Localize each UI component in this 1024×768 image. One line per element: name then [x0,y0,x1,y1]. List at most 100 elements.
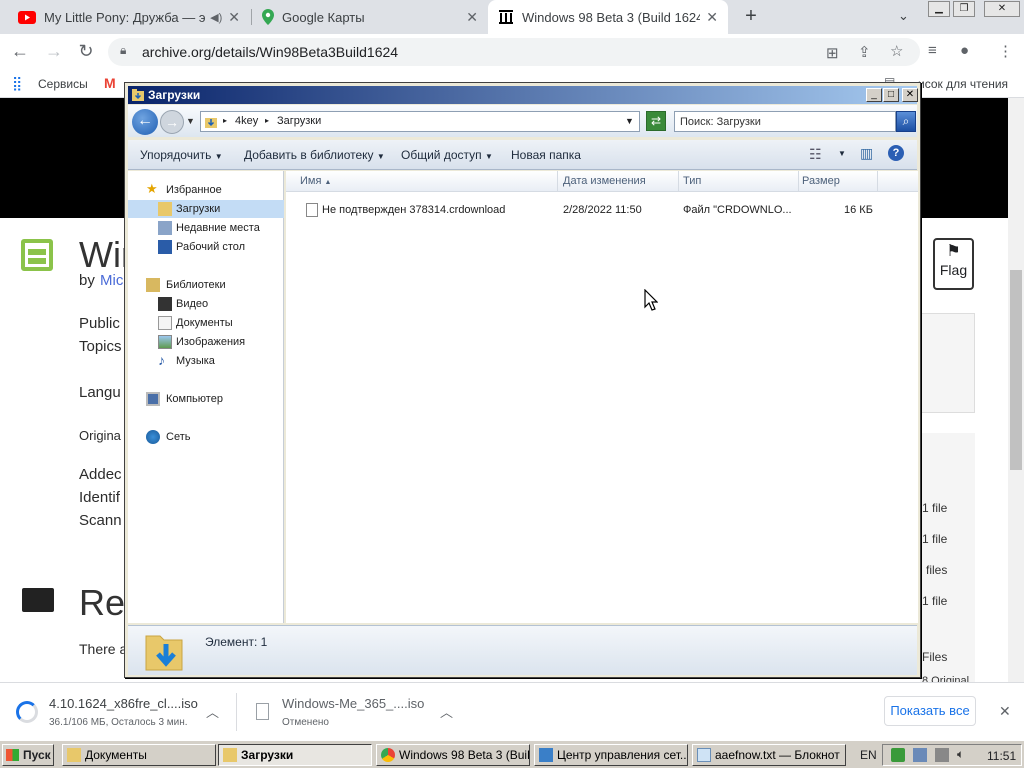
chrome-minimize-button[interactable]: ▁ [928,1,950,17]
path-segment-4key[interactable]: 4key [235,115,258,127]
nav-documents[interactable]: Документы [128,314,284,332]
preview-pane-icon[interactable]: ▥ [860,145,873,162]
column-type[interactable]: Тип [683,175,701,187]
close-shelf-icon[interactable]: ✕ [999,703,1011,720]
lock-icon[interactable]: 🔒︎ [120,43,126,58]
column-divider[interactable] [557,171,558,192]
audio-icon[interactable]: ◀) [210,11,222,24]
media-controls-icon[interactable]: ≡ [928,42,937,59]
refresh-icon[interactable]: ⇄ [646,111,666,131]
chrome-close-button[interactable]: ✕ [984,1,1020,17]
explorer-titlebar[interactable]: Загрузки _ □ ✕ [128,86,918,104]
file-count[interactable]: 1 file [922,594,947,608]
column-divider[interactable] [877,171,878,192]
nav-pictures[interactable]: Изображения [128,333,284,351]
back-arrow-icon[interactable]: ← [8,40,32,64]
search-input[interactable]: Поиск: Загрузки [674,111,896,132]
close-tab-icon[interactable]: ✕ [706,9,718,26]
close-button[interactable]: ✕ [902,88,918,102]
volume-icon[interactable]: 🔈︎ [957,747,964,762]
language-indicator[interactable]: EN [860,748,877,762]
chrome-maximize-button[interactable]: ❐ [953,1,975,17]
download-item[interactable]: 4.10.1624_x86fre_cl....iso 36.1/106 МБ, … [0,683,236,741]
column-divider[interactable] [678,171,679,192]
close-tab-icon[interactable]: ✕ [466,9,478,26]
forward-arrow-icon[interactable]: → [42,40,66,64]
chevron-up-icon[interactable]: ︿ [440,702,453,721]
column-name[interactable]: Имя ▲ [300,175,331,187]
reload-icon[interactable]: ↻ [74,40,98,64]
nav-computer[interactable]: Компьютер [128,390,284,408]
explorer-forward-button[interactable]: → [160,110,184,134]
flag-button[interactable]: ⚑ Flag [933,238,974,290]
folder-download-icon [223,748,237,762]
new-folder-button[interactable]: Новая папка [511,148,581,162]
taskbar-item-network-center[interactable]: Центр управления сет... [534,744,688,766]
nav-network[interactable]: Сеть [128,428,284,446]
security-shield-icon[interactable] [891,748,905,762]
path-segment-downloads[interactable]: Загрузки [277,115,321,127]
explorer-back-button[interactable]: ← [132,109,158,135]
file-count[interactable]: 1 file [922,501,947,515]
file-count[interactable]: files [926,563,947,577]
bookmark-star-icon[interactable]: ☆ [890,42,903,60]
file-count[interactable]: Files [922,650,947,664]
tab-google-maps[interactable]: Google Карты ✕ [252,0,488,34]
help-icon[interactable]: ? [888,145,904,161]
page-author-link[interactable]: Mic [100,272,123,289]
close-tab-icon[interactable]: ✕ [228,9,240,26]
path-field[interactable]: ▸ 4key ▸ Загрузки ▼ [200,111,640,132]
display-icon[interactable] [913,748,927,762]
search-icon[interactable]: ⌕ [896,111,916,132]
menu-kebab-icon[interactable]: ⋮ [998,42,1013,60]
clock[interactable]: 11:51 [987,749,1016,763]
gmail-icon[interactable]: M [104,75,116,91]
scrollbar-thumb[interactable] [1010,270,1022,470]
download-item[interactable]: Windows-Me_365_....iso Отменено ︿ [237,683,469,741]
apps-grid-icon[interactable]: ⣿ [12,75,22,92]
nav-downloads[interactable]: Загрузки [128,200,284,218]
tab-search-icon[interactable]: ⌄ [898,8,909,24]
file-count[interactable]: 1 file [922,532,947,546]
column-size[interactable]: Размер [802,175,840,187]
show-all-downloads-button[interactable]: Показать все [884,696,976,726]
view-dropdown-icon[interactable]: ▼ [838,149,846,158]
organize-menu[interactable]: Упорядочить ▼ [140,148,223,162]
view-options-icon[interactable]: ☷ [809,146,822,163]
add-to-library-menu[interactable]: Добавить в библиотеку ▼ [244,148,385,162]
column-date[interactable]: Дата изменения [563,175,646,187]
bookmark-services[interactable]: Сервисы [38,77,88,91]
add-to-library-label: Добавить в библиотеку [244,148,374,162]
path-dropdown-icon[interactable]: ▼ [625,116,634,126]
minimize-button[interactable]: _ [866,88,882,102]
bookmark-reading-list[interactable]: исок для чтения [918,77,1008,91]
nav-libraries[interactable]: Библиотеки [128,276,284,294]
nav-recent-places[interactable]: Недавние места [128,219,284,237]
profile-avatar-icon[interactable]: ● [960,42,969,59]
share-icon[interactable]: ⇪ [858,43,871,61]
network-status-icon[interactable] [935,748,949,762]
taskbar-item-chrome[interactable]: Windows 98 Beta 3 (Buil... [376,744,530,766]
share-menu[interactable]: Общий доступ ▼ [401,148,493,162]
youtube-icon [18,10,36,24]
nav-favorites[interactable]: ★ Избранное [128,181,284,199]
taskbar-item-downloads[interactable]: Загрузки [218,744,372,766]
nav-music[interactable]: ♪ Музыка [128,352,284,370]
history-dropdown-icon[interactable]: ▼ [186,116,195,126]
tab-archive[interactable]: Windows 98 Beta 3 (Build 1624) ✕ [488,0,728,34]
taskbar-item-documents[interactable]: Документы [62,744,216,766]
table-row[interactable]: Не подтвержден 378314.crdownload 2/28/20… [286,199,918,219]
taskbar-item-notepad[interactable]: aaefnow.txt — Блокнот [692,744,846,766]
translate-icon[interactable]: ⊞ [826,44,839,62]
chevron-up-icon[interactable]: ︿ [206,702,219,721]
tab-youtube[interactable]: My Little Pony: Дружба — э ◀) ✕ [8,0,250,34]
nav-video[interactable]: Видео [128,295,284,313]
maximize-button[interactable]: □ [883,88,899,102]
nav-desktop[interactable]: Рабочий стол [128,238,284,256]
file-list-pane[interactable]: Имя ▲ Дата изменения Тип Размер Не подтв… [286,171,918,623]
start-button[interactable]: Пуск [2,744,54,766]
address-bar[interactable]: 🔒︎ archive.org/details/Win98Beta3Build16… [108,38,920,66]
side-panel [920,313,975,413]
new-tab-button[interactable]: + [738,4,764,30]
column-divider[interactable] [798,171,799,192]
